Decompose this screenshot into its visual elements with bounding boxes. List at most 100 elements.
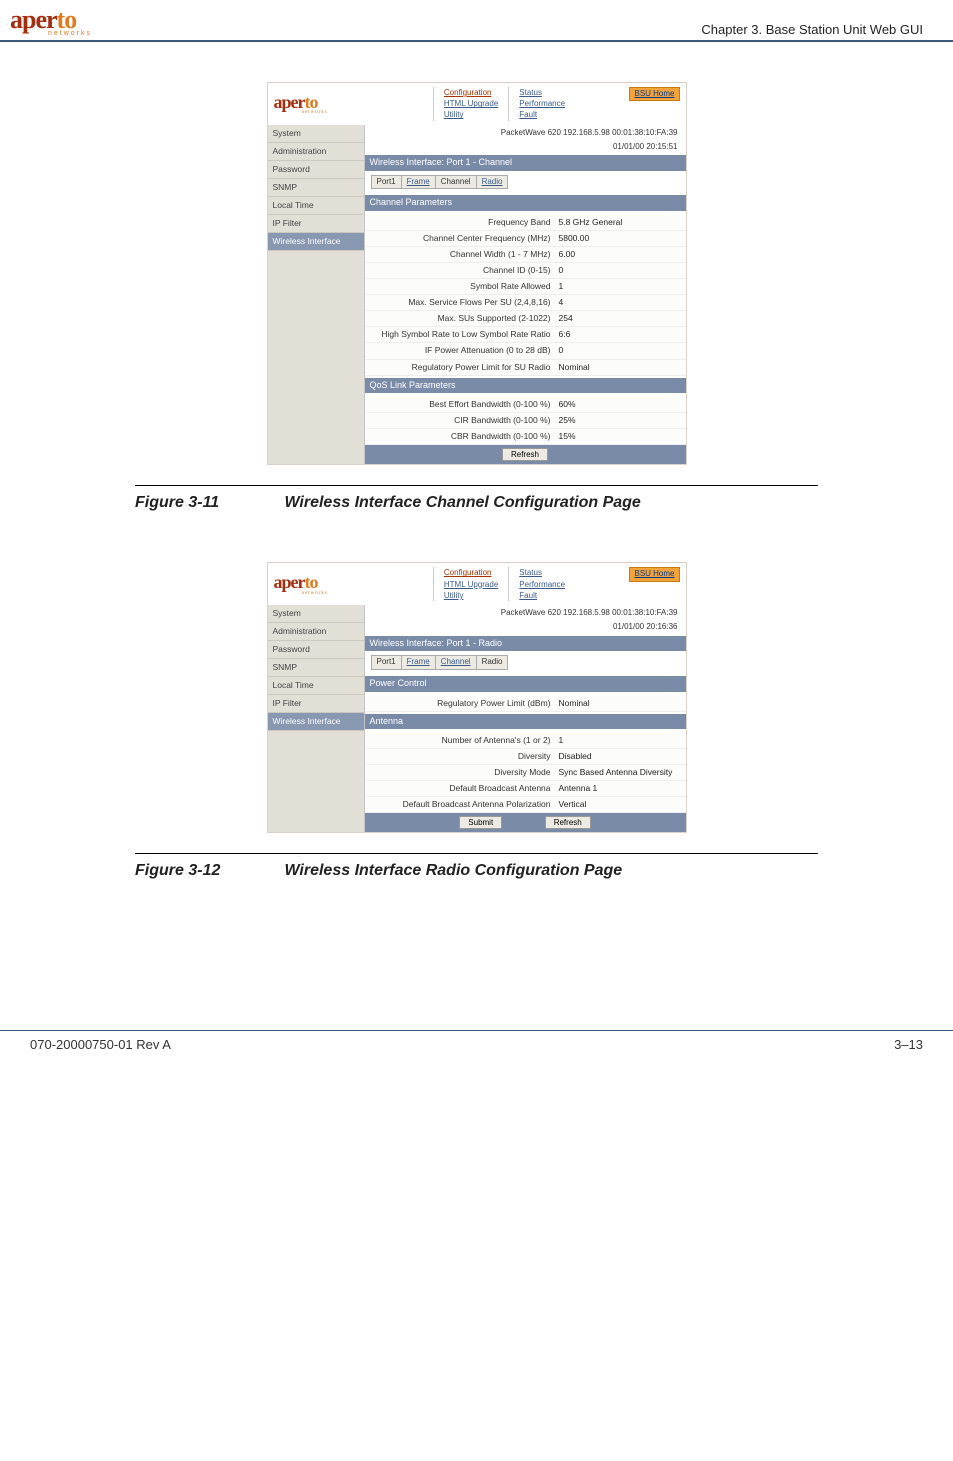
page-header: aperto networks Chapter 3. Base Station … [0,0,953,42]
nav-utility[interactable]: Utility [444,590,498,601]
figure-3-11: aperto networks Configuration HTML Upgra… [30,82,923,465]
nav-configuration[interactable]: Configuration [444,567,498,578]
tab-channel[interactable]: Channel [435,655,477,669]
nav-performance[interactable]: Performance [519,579,565,590]
param-value: 15% [555,429,686,444]
sidebar-item-wireless-interface[interactable]: Wireless Interface [268,233,364,251]
param-label: Max. Service Flows Per SU (2,4,8,16) [365,295,555,310]
status-line-1: PacketWave 620 192.168.5.98 00:01:38:10:… [365,125,686,139]
page-footer: 070-20000750-01 Rev A 3–13 [0,1030,953,1062]
param-label: Channel Center Frequency (MHz) [365,231,555,246]
param-value: 60% [555,397,686,412]
figure-number: Figure 3-11 [135,494,280,512]
param-row: Frequency Band5.8 GHz General [365,215,686,231]
sidebar-item-snmp[interactable]: SNMP [268,659,364,677]
param-value: 0 [555,263,686,278]
tab-row: Port1FrameChannelRadio [371,655,686,669]
param-label: Channel ID (0-15) [365,263,555,278]
tab-radio[interactable]: Radio [476,655,509,669]
sidebar-item-system[interactable]: System [268,605,364,623]
param-label: Default Broadcast Antenna Polarization [365,797,555,812]
tab-radio[interactable]: Radio [476,175,509,189]
nav-performance[interactable]: Performance [519,98,565,109]
nav-status[interactable]: Status [519,87,565,98]
section-qos-params: QoS Link Parameters [365,378,686,394]
sidebar-item-administration[interactable]: Administration [268,143,364,161]
param-label: Best Effort Bandwidth (0-100 %) [365,397,555,412]
param-label: Channel Width (1 - 7 MHz) [365,247,555,262]
section-power-control: Power Control [365,676,686,692]
sidebar-item-snmp[interactable]: SNMP [268,179,364,197]
sidebar-item-ip-filter[interactable]: IP Filter [268,215,364,233]
caption-3-12: Figure 3-12 Wireless Interface Radio Con… [135,862,923,880]
param-label: Regulatory Power Limit (dBm) [365,696,555,711]
param-value: 4 [555,295,686,310]
sidebar-item-password[interactable]: Password [268,641,364,659]
submit-button[interactable]: Submit [459,816,502,829]
param-value: Nominal [555,696,686,711]
param-label: Max. SUs Supported (2-1022) [365,311,555,326]
param-row: Best Effort Bandwidth (0-100 %)60% [365,397,686,413]
sidebar: System Administration Password SNMP Loca… [268,125,365,465]
nav-html-upgrade[interactable]: HTML Upgrade [444,579,498,590]
mini-logo: aperto networks [274,91,369,117]
nav-configuration[interactable]: Configuration [444,87,498,98]
nav-fault[interactable]: Fault [519,590,565,601]
divider [135,485,818,486]
status-line-1: PacketWave 620 192.168.5.98 00:01:38:10:… [365,605,686,619]
nav-fault[interactable]: Fault [519,109,565,120]
tab-port1[interactable]: Port1 [371,175,402,189]
tab-frame[interactable]: Frame [401,655,436,669]
param-label: IF Power Attenuation (0 to 28 dB) [365,343,555,358]
param-value: Antenna 1 [555,781,686,796]
sidebar-item-password[interactable]: Password [268,161,364,179]
screenshot-radio: aperto networks Configuration HTML Upgra… [267,562,687,833]
param-label: Default Broadcast Antenna [365,781,555,796]
mini-body: System Administration Password SNMP Loca… [268,605,686,833]
param-value: 254 [555,311,686,326]
param-value: 5.8 GHz General [555,215,686,230]
tab-port1[interactable]: Port1 [371,655,402,669]
param-value: Sync Based Antenna Diversity [555,765,686,780]
bsu-home-button[interactable]: BSU Home [629,87,679,101]
panel-title: Wireless Interface: Port 1 - Radio [365,636,686,652]
main-panel: PacketWave 620 192.168.5.98 00:01:38:10:… [365,125,686,465]
param-value: 1 [555,733,686,748]
section-antenna: Antenna [365,714,686,730]
nav-col-1: Configuration HTML Upgrade Utility [433,87,498,121]
nav-utility[interactable]: Utility [444,109,498,120]
param-row: Channel Center Frequency (MHz)5800.00 [365,231,686,247]
nav-status[interactable]: Status [519,567,565,578]
param-row: CBR Bandwidth (0-100 %)15% [365,429,686,445]
footer-right: 3–13 [894,1037,923,1052]
footer-left: 070-20000750-01 Rev A [30,1037,171,1052]
panel-title: Wireless Interface: Port 1 - Channel [365,155,686,171]
sidebar-item-administration[interactable]: Administration [268,623,364,641]
param-row: Diversity ModeSync Based Antenna Diversi… [365,765,686,781]
figure-3-12: aperto networks Configuration HTML Upgra… [30,562,923,833]
bsu-home-button[interactable]: BSU Home [629,567,679,581]
refresh-button[interactable]: Refresh [545,816,591,829]
param-value: 6.00 [555,247,686,262]
sidebar-item-local-time[interactable]: Local Time [268,677,364,695]
screenshot-channel: aperto networks Configuration HTML Upgra… [267,82,687,465]
param-label: Number of Antenna's (1 or 2) [365,733,555,748]
chapter-title: Chapter 3. Base Station Unit Web GUI [701,22,923,37]
tab-channel[interactable]: Channel [435,175,477,189]
status-line-2: 01/01/00 20:16:36 [365,619,686,633]
tab-frame[interactable]: Frame [401,175,436,189]
sidebar-item-system[interactable]: System [268,125,364,143]
param-row: Symbol Rate Allowed1 [365,279,686,295]
sidebar-item-ip-filter[interactable]: IP Filter [268,695,364,713]
param-label: Diversity [365,749,555,764]
sidebar-item-wireless-interface[interactable]: Wireless Interface [268,713,364,731]
figure-title: Wireless Interface Radio Configuration P… [284,862,622,879]
param-value: 25% [555,413,686,428]
mini-body: System Administration Password SNMP Loca… [268,125,686,465]
refresh-button[interactable]: Refresh [502,448,548,461]
page-content: aperto networks Configuration HTML Upgra… [0,42,953,950]
logo-subtitle: networks [48,30,92,37]
param-label: CBR Bandwidth (0-100 %) [365,429,555,444]
sidebar-item-local-time[interactable]: Local Time [268,197,364,215]
nav-html-upgrade[interactable]: HTML Upgrade [444,98,498,109]
